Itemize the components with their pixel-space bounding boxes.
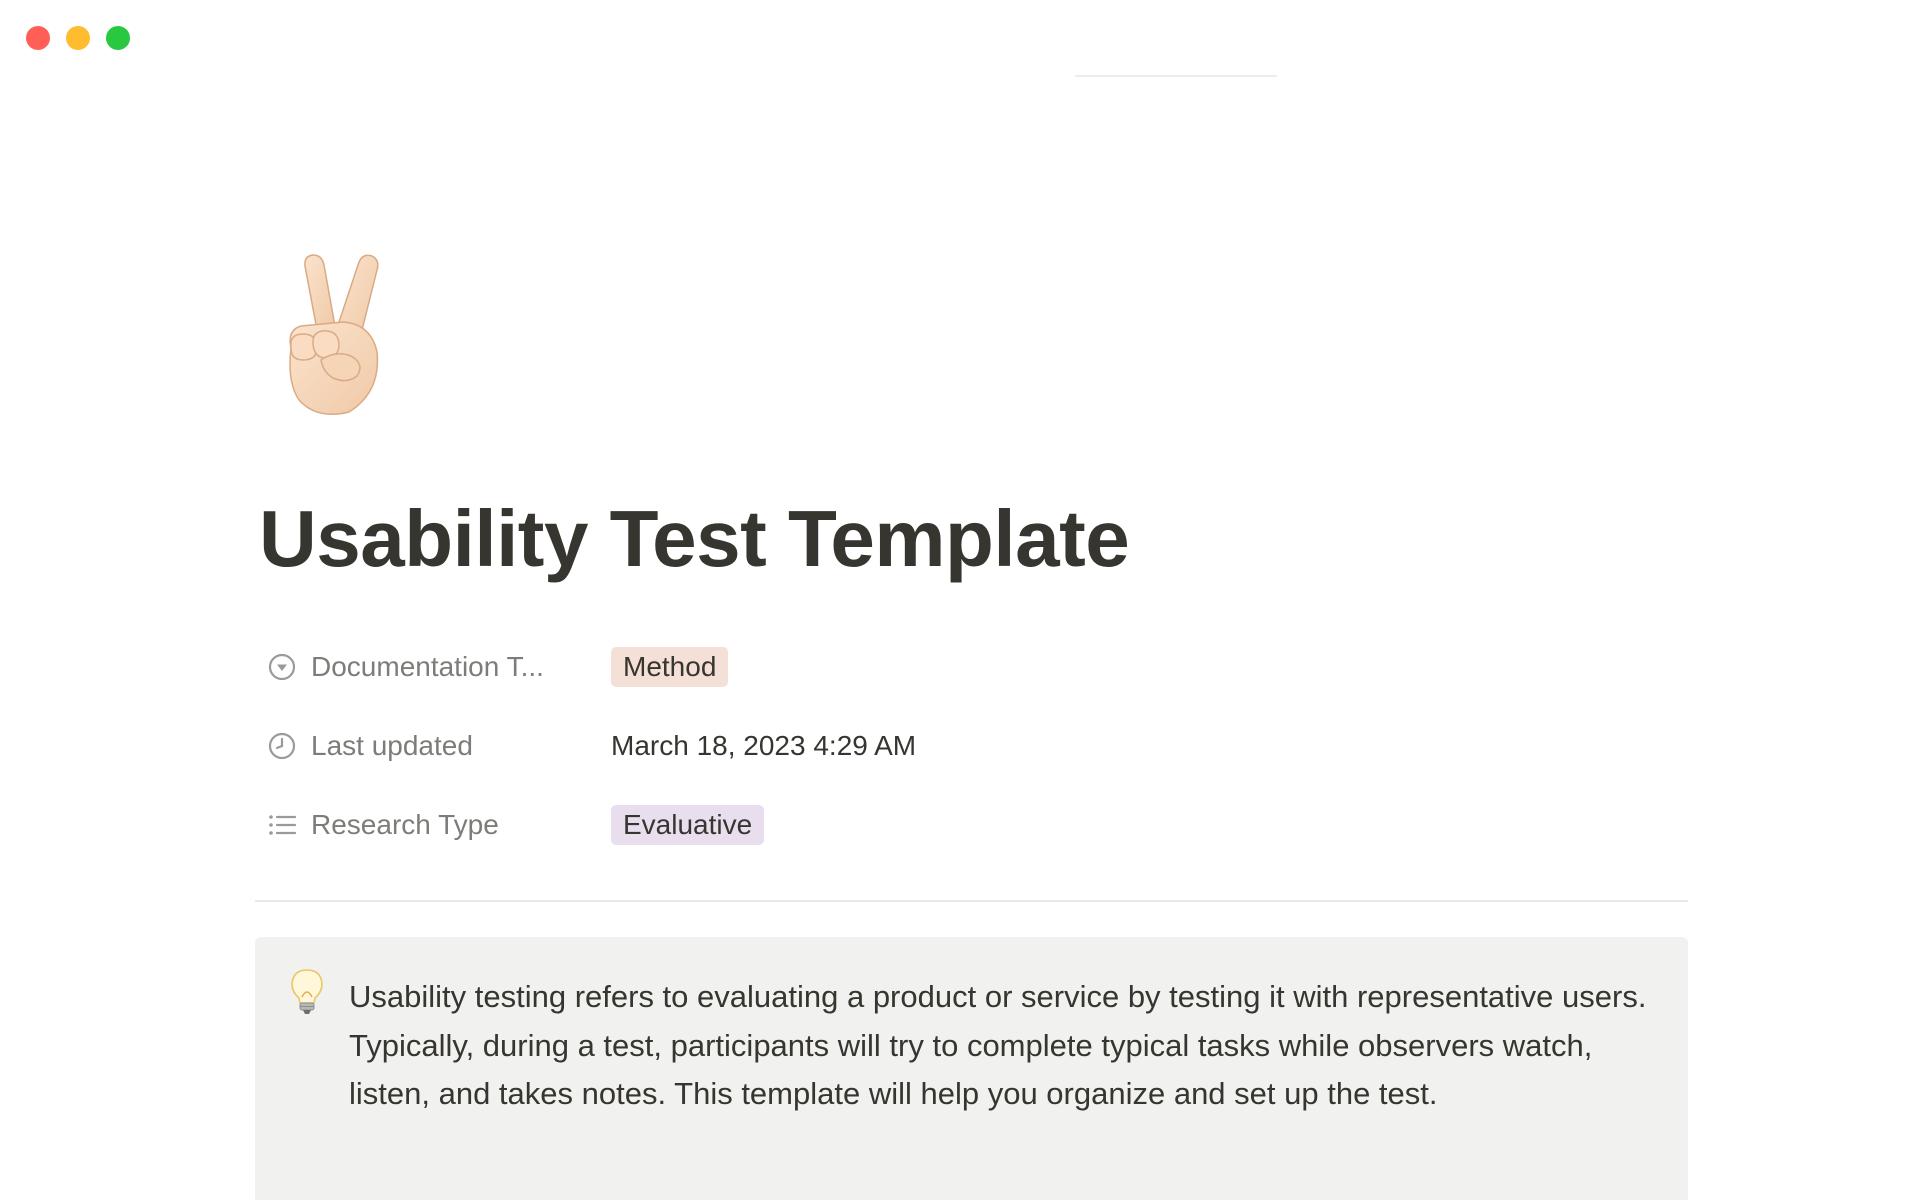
lightbulb-icon[interactable] — [287, 967, 327, 1017]
list-icon — [269, 815, 297, 835]
property-label[interactable]: Research Type — [255, 809, 611, 841]
zoom-window-button[interactable] — [106, 26, 130, 50]
minimize-window-button[interactable] — [66, 26, 90, 50]
property-label-text: Research Type — [311, 809, 499, 840]
topbar-divider — [1075, 75, 1277, 77]
victory-hand-icon[interactable] — [277, 252, 387, 417]
last-updated-value: March 18, 2023 4:29 AM — [611, 730, 917, 761]
callout-text[interactable]: Usability testing refers to evaluating a… — [349, 973, 1659, 1119]
callout-block[interactable]: Usability testing refers to evaluating a… — [255, 937, 1688, 1200]
property-row-last-updated[interactable]: Last updated March 18, 2023 4:29 AM — [255, 722, 1055, 770]
app-window: Usability Test Template Documentation T.… — [0, 0, 1920, 1200]
clock-icon — [268, 732, 296, 760]
property-label-text: Last updated — [311, 730, 473, 761]
properties-divider — [255, 900, 1688, 902]
property-value[interactable]: Evaluative — [611, 805, 765, 845]
select-circle-icon — [268, 653, 296, 681]
property-value[interactable]: Method — [611, 647, 729, 687]
property-label[interactable]: Last updated — [255, 730, 611, 762]
evaluative-tag: Evaluative — [611, 805, 765, 845]
window-controls — [26, 26, 130, 50]
method-tag: Method — [611, 647, 729, 687]
property-row-research-type[interactable]: Research Type Evaluative — [255, 801, 1055, 849]
property-label-text: Documentation T... — [311, 651, 544, 682]
page-title[interactable]: Usability Test Template — [259, 495, 1130, 583]
property-label[interactable]: Documentation T... — [255, 651, 611, 683]
property-row-documentation-type[interactable]: Documentation T... Method — [255, 643, 1055, 691]
close-window-button[interactable] — [26, 26, 50, 50]
